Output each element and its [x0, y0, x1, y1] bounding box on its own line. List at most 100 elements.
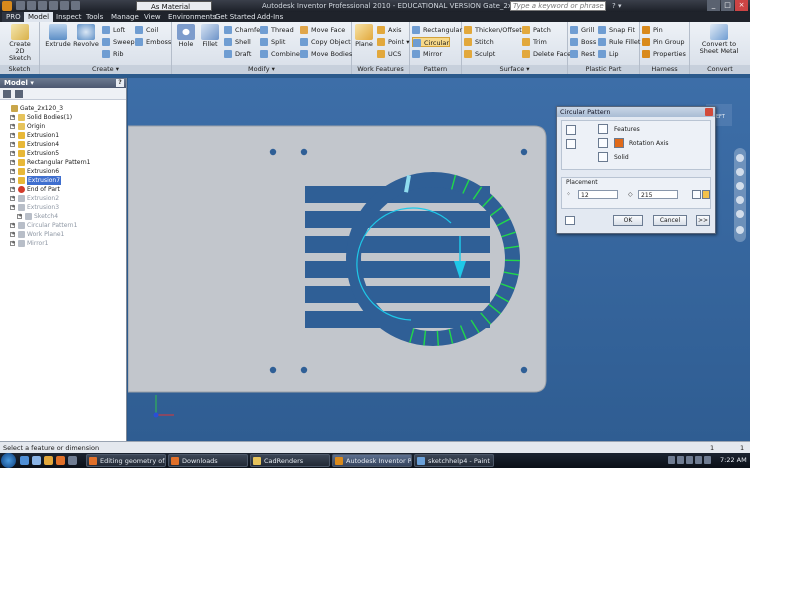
more-button[interactable]: >> — [696, 215, 710, 226]
tree-node[interactable]: + Extrusion4 — [0, 140, 126, 149]
panel-surface-label[interactable]: Surface ▾ — [462, 65, 567, 74]
tray-update-icon[interactable] — [704, 456, 711, 464]
thread-button[interactable]: Thread — [260, 25, 294, 35]
quicklaunch-firefox-icon[interactable] — [56, 456, 65, 465]
lip-button[interactable]: Lip — [598, 49, 619, 59]
navbar-options-icon[interactable] — [736, 226, 744, 234]
expand-icon[interactable]: + — [10, 124, 15, 129]
flip-axis-icon[interactable] — [614, 138, 624, 148]
tree-node[interactable]: + Extrusion2 — [0, 194, 126, 203]
tree-node[interactable]: + Sketch4 — [0, 212, 126, 221]
tree-node[interactable]: + Extrusion6 — [0, 167, 126, 176]
panel-create-label[interactable]: Create ▾ — [40, 65, 171, 74]
tree-node[interactable]: + Origin — [0, 122, 126, 131]
revolve-button[interactable]: Revolve — [73, 24, 99, 48]
undo-icon[interactable] — [49, 1, 58, 10]
taskbar-button[interactable]: Autodesk Inventor P... — [332, 454, 412, 467]
steering-wheel-icon[interactable] — [736, 154, 744, 162]
open-icon[interactable] — [27, 1, 36, 10]
material-dropdown[interactable]: As Material — [136, 1, 212, 11]
quicklaunch-explorer-icon[interactable] — [44, 456, 53, 465]
occurrence-count-input[interactable]: 12 — [578, 190, 618, 199]
taskbar-button[interactable]: Downloads — [168, 454, 248, 467]
mounting-hole[interactable] — [520, 366, 528, 374]
extrude-button[interactable]: Extrude — [44, 24, 72, 48]
mounting-hole[interactable] — [269, 148, 277, 156]
sculpt-button[interactable]: Sculpt — [464, 49, 495, 59]
tree-node[interactable]: + Extrusion7 — [0, 176, 126, 185]
copy-object-button[interactable]: Copy Object — [300, 37, 351, 47]
expand-icon[interactable]: + — [10, 205, 15, 210]
close-icon[interactable]: × — [735, 0, 748, 11]
slot-cutout[interactable] — [305, 211, 490, 228]
split-button[interactable]: Split — [260, 37, 285, 47]
tab-add-ins[interactable]: Add-Ins — [253, 12, 287, 22]
tab-view[interactable]: View — [140, 12, 165, 22]
search-input[interactable]: Type a keyword or phrase — [510, 1, 606, 11]
filter-icon[interactable] — [3, 90, 11, 98]
slot-cutout[interactable] — [305, 236, 490, 253]
hole-button[interactable]: Hole — [174, 24, 198, 48]
tree-node[interactable]: + End of Part — [0, 185, 126, 194]
convert-to-sheet-metal-button[interactable]: Convert to Sheet Metal — [694, 24, 744, 55]
expand-icon[interactable]: + — [17, 214, 22, 219]
home-icon[interactable] — [71, 1, 80, 10]
dialog-help-icon[interactable] — [565, 216, 575, 225]
pin-button[interactable]: Pin — [642, 25, 663, 35]
rest-button[interactable]: Rest — [570, 49, 595, 59]
maximize-icon[interactable]: □ — [721, 0, 734, 11]
mirror-button[interactable]: Mirror — [412, 49, 442, 59]
tree-node[interactable]: + Work Plane1 — [0, 230, 126, 239]
expand-icon[interactable]: + — [10, 142, 15, 147]
browser-help-icon[interactable]: ? — [116, 79, 124, 87]
tree-node[interactable]: + Circular Pattern1 — [0, 221, 126, 230]
tree-node[interactable]: + Extrusion3 — [0, 203, 126, 212]
inventor-app-icon[interactable] — [2, 1, 12, 11]
taskbar-clock[interactable]: 7:22 AM — [720, 453, 747, 468]
individual-features-icon[interactable] — [566, 125, 576, 135]
redo-icon[interactable] — [60, 1, 69, 10]
panel-modify-label[interactable]: Modify ▾ — [172, 65, 351, 74]
coil-button[interactable]: Coil — [135, 25, 158, 35]
pattern-solid-icon[interactable] — [566, 139, 576, 149]
tree-node[interactable]: Gate_2x120_3 — [0, 104, 126, 113]
properties-button[interactable]: Properties — [642, 49, 686, 59]
tab-tools[interactable]: Tools — [82, 12, 107, 22]
stitch-button[interactable]: Stitch — [464, 37, 494, 47]
taskbar-button[interactable]: CadRenders — [250, 454, 330, 467]
plane-button[interactable]: Plane — [354, 24, 374, 48]
browser-header[interactable]: Model ▾ ? — [0, 78, 126, 88]
tab-pro[interactable]: PRO — [2, 12, 25, 22]
features-select-icon[interactable] — [598, 124, 608, 134]
fillet-button[interactable]: Fillet — [198, 24, 222, 48]
expand-icon[interactable]: + — [10, 169, 15, 174]
patch-button[interactable]: Patch — [522, 25, 551, 35]
snap-fit-button[interactable]: Snap Fit — [598, 25, 635, 35]
shell-button[interactable]: Shell — [224, 37, 251, 47]
trim-button[interactable]: Trim — [522, 37, 547, 47]
emboss-button[interactable]: Emboss — [135, 37, 171, 47]
zoom-icon[interactable] — [736, 182, 744, 190]
move-face-button[interactable]: Move Face — [300, 25, 345, 35]
delete-face-button[interactable]: Delete Face — [522, 49, 571, 59]
pan-icon[interactable] — [736, 168, 744, 176]
expand-icon[interactable]: + — [10, 223, 15, 228]
rectangular-pattern-button[interactable]: Rectangular — [412, 25, 462, 35]
occurrence-angle-input[interactable]: 215 — [638, 190, 678, 199]
mounting-hole[interactable] — [300, 148, 308, 156]
grill-button[interactable]: Grill — [570, 25, 594, 35]
rule-fillet-button[interactable]: Rule Fillet — [598, 37, 640, 47]
start-button[interactable] — [1, 453, 16, 468]
tree-node[interactable]: + Rectangular Pattern1 — [0, 158, 126, 167]
thicken-offset-button[interactable]: Thicken/Offset — [464, 25, 522, 35]
loft-button[interactable]: Loft — [102, 25, 125, 35]
tree-node[interactable]: + Extrusion1 — [0, 131, 126, 140]
direction-icon[interactable] — [702, 190, 710, 199]
create-2d-sketch-button[interactable]: Create 2D Sketch — [4, 24, 36, 62]
find-icon[interactable] — [15, 90, 23, 98]
combine-button[interactable]: Combine — [260, 49, 300, 59]
taskbar-button[interactable]: sketchhelp4 - Paint — [414, 454, 494, 467]
tray-network-icon[interactable] — [677, 456, 684, 464]
expand-icon[interactable]: + — [10, 232, 15, 237]
tree-node[interactable]: + Mirror1 — [0, 239, 126, 248]
